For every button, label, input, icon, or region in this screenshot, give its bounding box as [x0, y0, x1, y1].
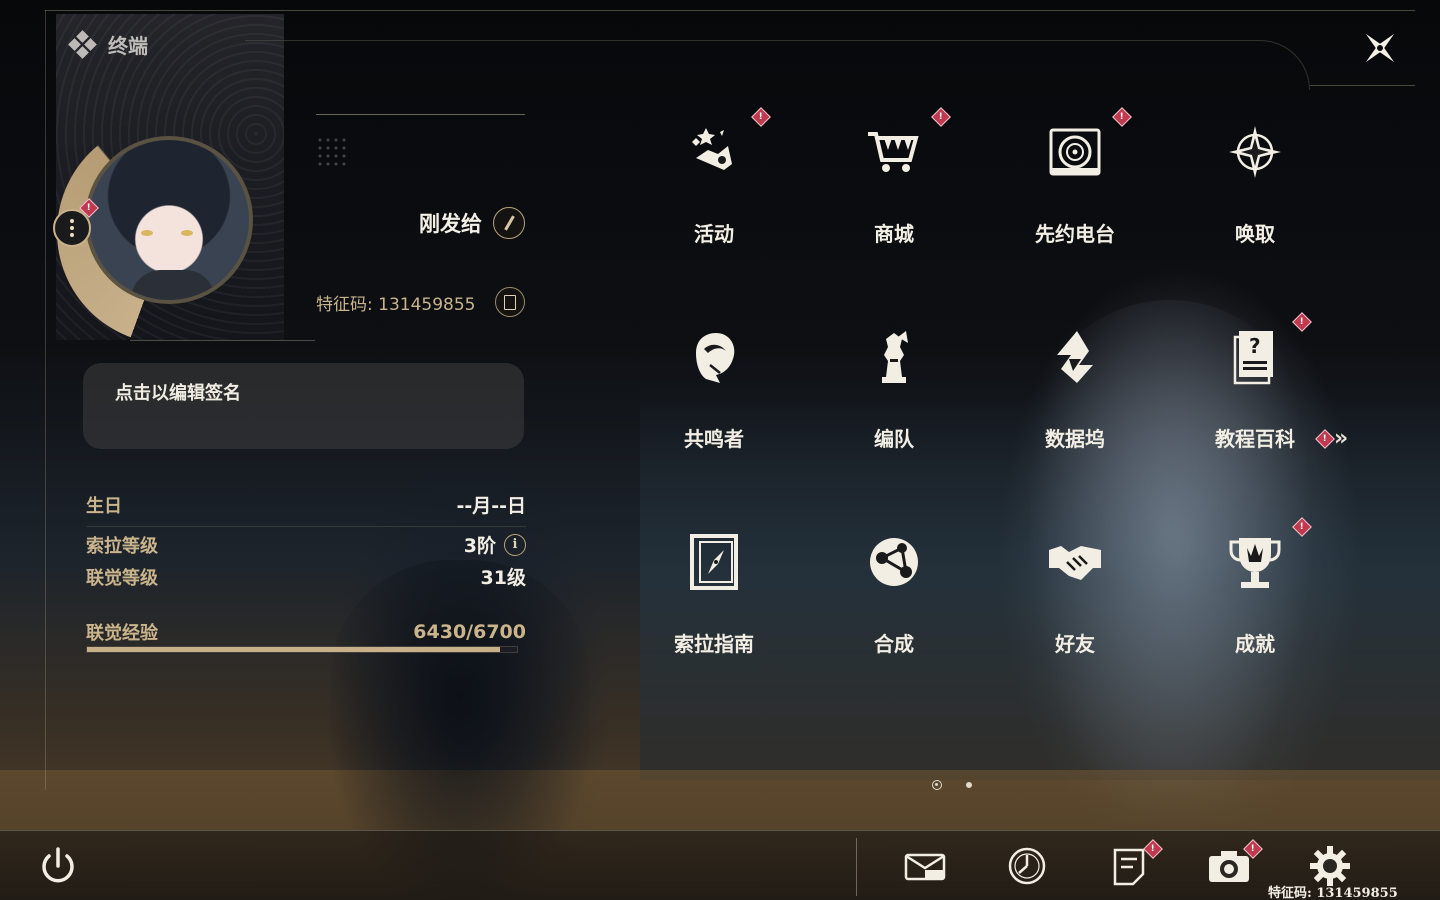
bottom-player-id: 特征码: 131459855	[1268, 886, 1398, 900]
grid-tile-handshake[interactable]: 好友	[990, 510, 1160, 680]
copy-id-button[interactable]	[495, 287, 525, 317]
tile-alert-badge: !	[751, 107, 771, 127]
player-id-value: 131459855	[378, 295, 476, 315]
frame-line-top-right	[1310, 85, 1415, 86]
grid-tile-shop-cart[interactable]: 商城!	[809, 100, 979, 270]
avatar[interactable]	[85, 136, 253, 304]
sol-level-info-button[interactable]: i	[504, 533, 526, 556]
sol-level-row: 索拉等级 3阶 i	[86, 531, 526, 558]
grid-tile-data-bank[interactable]: 数据坞	[990, 305, 1160, 475]
grid-tile-radio[interactable]: 先约电台!	[990, 100, 1160, 270]
player-id-label: 特征码:	[316, 295, 379, 315]
frame-curve	[245, 40, 1310, 90]
grid-tile-label: 数据坞	[1045, 427, 1105, 451]
clock-button[interactable]	[1005, 846, 1049, 886]
sol-level-label: 索拉等级	[86, 535, 158, 557]
notice-icon	[1113, 848, 1145, 886]
grid-tile-label: 先约电台	[1035, 222, 1115, 246]
grid-tile-event-stars[interactable]: 活动!	[629, 100, 799, 270]
grid-tile-label: 合成	[874, 632, 914, 656]
avatar-collar	[131, 270, 215, 300]
signature-field[interactable]: 点击以编辑签名	[83, 363, 524, 449]
guidebook-compass-icon	[686, 534, 742, 590]
frame-line-left	[45, 10, 46, 790]
birthday-label: 生日	[86, 495, 122, 517]
exp-progress-bar	[86, 646, 518, 653]
tile-alert-badge: !	[931, 107, 951, 127]
avatar-eye	[141, 230, 153, 236]
tile-alert-badge: !	[1112, 107, 1132, 127]
power-button[interactable]	[36, 846, 80, 886]
menu-dot-icon	[70, 226, 74, 230]
exp-row: 联觉经验 6430/6700	[86, 619, 526, 645]
data-bank-icon	[1047, 329, 1103, 385]
page-indicator[interactable]	[966, 782, 972, 788]
union-level-label: 联觉等级	[86, 567, 158, 589]
menu-dot-icon	[70, 233, 74, 237]
grid-tile-team-chess[interactable]: 编队	[809, 305, 979, 475]
info-divider	[86, 526, 526, 527]
mail-button[interactable]	[903, 846, 947, 886]
player-id: 特征码: 131459855	[316, 290, 475, 315]
grid-tile-trophy[interactable]: 成就!	[1170, 510, 1340, 680]
power-icon	[42, 847, 74, 883]
grid-tile-label: 活动	[694, 222, 734, 246]
shop-cart-icon	[866, 124, 922, 180]
settings-button[interactable]	[1308, 846, 1352, 886]
more-arrow-button[interactable]: »	[1334, 428, 1362, 450]
grid-tile-label: 成就	[1235, 632, 1275, 656]
camera-icon	[1209, 851, 1249, 882]
close-star-icon	[1365, 33, 1395, 63]
sol-level-value-wrap: 3阶 i	[464, 531, 526, 558]
handshake-icon	[1047, 534, 1103, 590]
tutorial-book-icon: ?	[1227, 329, 1283, 385]
exp-progress-fill	[87, 647, 500, 652]
convene-star-icon	[1227, 124, 1283, 180]
event-stars-icon	[686, 124, 742, 180]
grid-tile-label: 商城	[874, 222, 914, 246]
sol-level-value: 3阶	[463, 535, 496, 557]
edit-name-button[interactable]	[493, 207, 525, 239]
radio-icon	[1047, 124, 1103, 180]
tile-alert-badge: !	[1292, 517, 1312, 537]
resonator-icon	[686, 329, 742, 385]
grid-tile-resonator[interactable]: 共鸣者	[629, 305, 799, 475]
clock-icon	[1008, 847, 1046, 885]
close-button[interactable]	[1358, 26, 1402, 70]
camera-button[interactable]	[1207, 846, 1251, 886]
birthday-value: --月--日	[456, 495, 526, 517]
union-level-value: 31级	[480, 567, 526, 589]
grid-tile-convene-star[interactable]: 唤取	[1170, 100, 1340, 270]
grid-tile-synthesis[interactable]: 合成	[809, 510, 979, 680]
grid-tile-label: 编队	[874, 427, 914, 451]
menu-dot-icon	[70, 219, 74, 223]
page-indicator-active[interactable]	[932, 780, 942, 790]
grid-tile-guidebook-compass[interactable]: 索拉指南	[629, 510, 799, 680]
tile-alert-badge: !	[1292, 312, 1312, 332]
svg-text:?: ?	[1249, 334, 1261, 358]
grid-tile-label: 索拉指南	[674, 632, 754, 656]
frame-line-top	[45, 10, 1415, 11]
synthesis-icon	[866, 534, 922, 590]
exp-label: 联觉经验	[86, 623, 158, 644]
avatar-eye	[181, 230, 193, 236]
name-divider	[316, 114, 525, 115]
trophy-icon	[1227, 534, 1283, 590]
exp-value: 6430/6700	[413, 621, 526, 643]
profile-divider	[130, 340, 315, 341]
union-level-row: 联觉等级 31级	[86, 563, 526, 590]
grid-tile-label: 共鸣者	[684, 427, 744, 451]
bottom-bar-divider	[856, 838, 857, 896]
grid-tile-label: 教程百科	[1215, 427, 1295, 451]
notice-button[interactable]	[1107, 846, 1151, 886]
birthday-row: 生日 --月--日	[86, 491, 526, 518]
username: 刚发给	[419, 212, 482, 236]
settings-gear-icon	[1310, 846, 1350, 886]
grid-tile-label: 好友	[1055, 632, 1095, 656]
grid-tile-tutorial-book[interactable]: ? 教程百科!	[1170, 305, 1340, 475]
dots-decoration	[316, 136, 348, 168]
grid-tile-label: 唤取	[1235, 222, 1275, 246]
mail-icon	[904, 853, 946, 881]
team-chess-icon	[866, 329, 922, 385]
